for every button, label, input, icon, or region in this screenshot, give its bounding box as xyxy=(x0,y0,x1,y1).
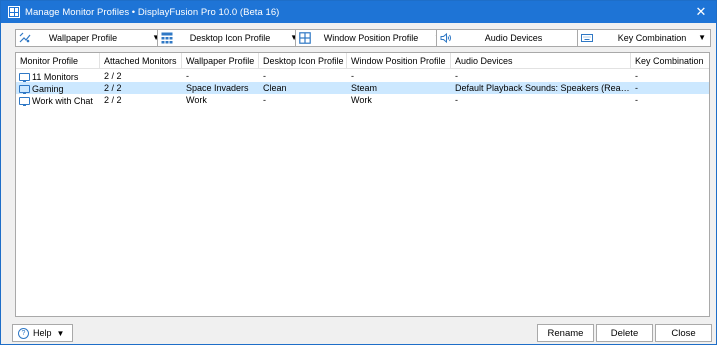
table-cell: - xyxy=(186,71,189,81)
column-header-desktop-icon-profile[interactable]: Desktop Icon Profile xyxy=(259,53,347,69)
table-row[interactable]: 11 Monitors 2 / 2 - - - - - xyxy=(16,70,709,82)
table-cell: Work xyxy=(186,95,207,105)
table-cell: Work xyxy=(351,95,372,105)
column-header-window-position-profile[interactable]: Window Position Profile xyxy=(347,53,451,69)
rename-button[interactable]: Rename xyxy=(537,324,594,342)
table-cell: - xyxy=(351,71,354,81)
column-header-wallpaper-profile[interactable]: Wallpaper Profile xyxy=(182,53,259,69)
wallpaper-profile-dropdown[interactable]: Wallpaper Profile ▼ xyxy=(15,29,165,47)
table-cell: Space Invaders xyxy=(186,83,249,93)
help-label: Help xyxy=(33,328,52,338)
keyboard-icon xyxy=(581,34,593,42)
delete-button[interactable]: Delete xyxy=(596,324,653,342)
window-position-profile-dropdown[interactable]: Window Position Profile ▼ xyxy=(295,29,447,47)
table-cell: 11 Monitors xyxy=(16,70,100,82)
monitor-icon xyxy=(19,96,30,106)
table-cell: Clean xyxy=(263,83,287,93)
table-cell: - xyxy=(635,83,638,93)
table-cell: - xyxy=(455,95,458,105)
displayfusion-app-icon xyxy=(8,6,20,18)
key-combination-label: Key Combination xyxy=(617,33,687,43)
table-cell: Gaming xyxy=(16,82,100,94)
table-cell: Work with Chat xyxy=(16,94,100,106)
column-header-audio-devices[interactable]: Audio Devices xyxy=(451,53,631,69)
column-header-key-combination[interactable]: Key Combination xyxy=(631,53,709,69)
window-position-profile-label: Window Position Profile xyxy=(323,33,419,43)
window-title: Manage Monitor Profiles • DisplayFusion … xyxy=(25,6,280,18)
table-row[interactable]: Work with Chat 2 / 2 Work - Work - - xyxy=(16,94,709,106)
monitor-profiles-table: Monitor Profile Attached Monitors Wallpa… xyxy=(15,52,710,317)
help-button[interactable]: ? Help ▼ xyxy=(12,324,73,342)
audio-devices-label: Audio Devices xyxy=(484,33,543,43)
table-cell: 2 / 2 xyxy=(104,95,122,105)
table-cell: - xyxy=(635,95,638,105)
desktop-icon-profile-dropdown[interactable]: Desktop Icon Profile ▼ xyxy=(157,29,303,47)
table-cell: - xyxy=(263,95,266,105)
table-cell: Steam xyxy=(351,83,378,93)
close-button[interactable]: Close xyxy=(655,324,712,342)
monitor-icon xyxy=(19,72,30,82)
table-cell: - xyxy=(455,71,458,81)
title-bar: Manage Monitor Profiles • DisplayFusion … xyxy=(1,1,716,23)
monitor-icon xyxy=(19,84,30,94)
manage-monitor-profiles-window: Manage Monitor Profiles • DisplayFusion … xyxy=(0,0,717,345)
close-window-button[interactable]: ✕ xyxy=(690,1,712,23)
column-header-monitor-profile[interactable]: Monitor Profile xyxy=(16,53,100,69)
column-header-attached-monitors[interactable]: Attached Monitors xyxy=(100,53,182,69)
key-combination-dropdown[interactable]: Key Combination ▼ xyxy=(577,29,711,47)
table-cell: - xyxy=(635,71,638,81)
audio-devices-dropdown[interactable]: Audio Devices ▼ xyxy=(436,29,591,47)
table-cell: 2 / 2 xyxy=(104,71,122,81)
table-header: Monitor Profile Attached Monitors Wallpa… xyxy=(16,53,709,69)
help-icon: ? xyxy=(18,327,29,339)
table-cell: - xyxy=(263,71,266,81)
wallpaper-profile-label: Wallpaper Profile xyxy=(48,33,118,43)
table-cell: 2 / 2 xyxy=(104,83,122,93)
table-row[interactable]: Gaming 2 / 2 Space Invaders Clean Steam … xyxy=(16,82,709,94)
table-cell: Default Playback Sounds: Speakers (Realt… xyxy=(455,83,631,93)
chevron-down-icon: ▼ xyxy=(698,33,706,42)
desktop-icon-profile-label: Desktop Icon Profile xyxy=(189,33,271,43)
chevron-down-icon: ▼ xyxy=(56,328,65,338)
